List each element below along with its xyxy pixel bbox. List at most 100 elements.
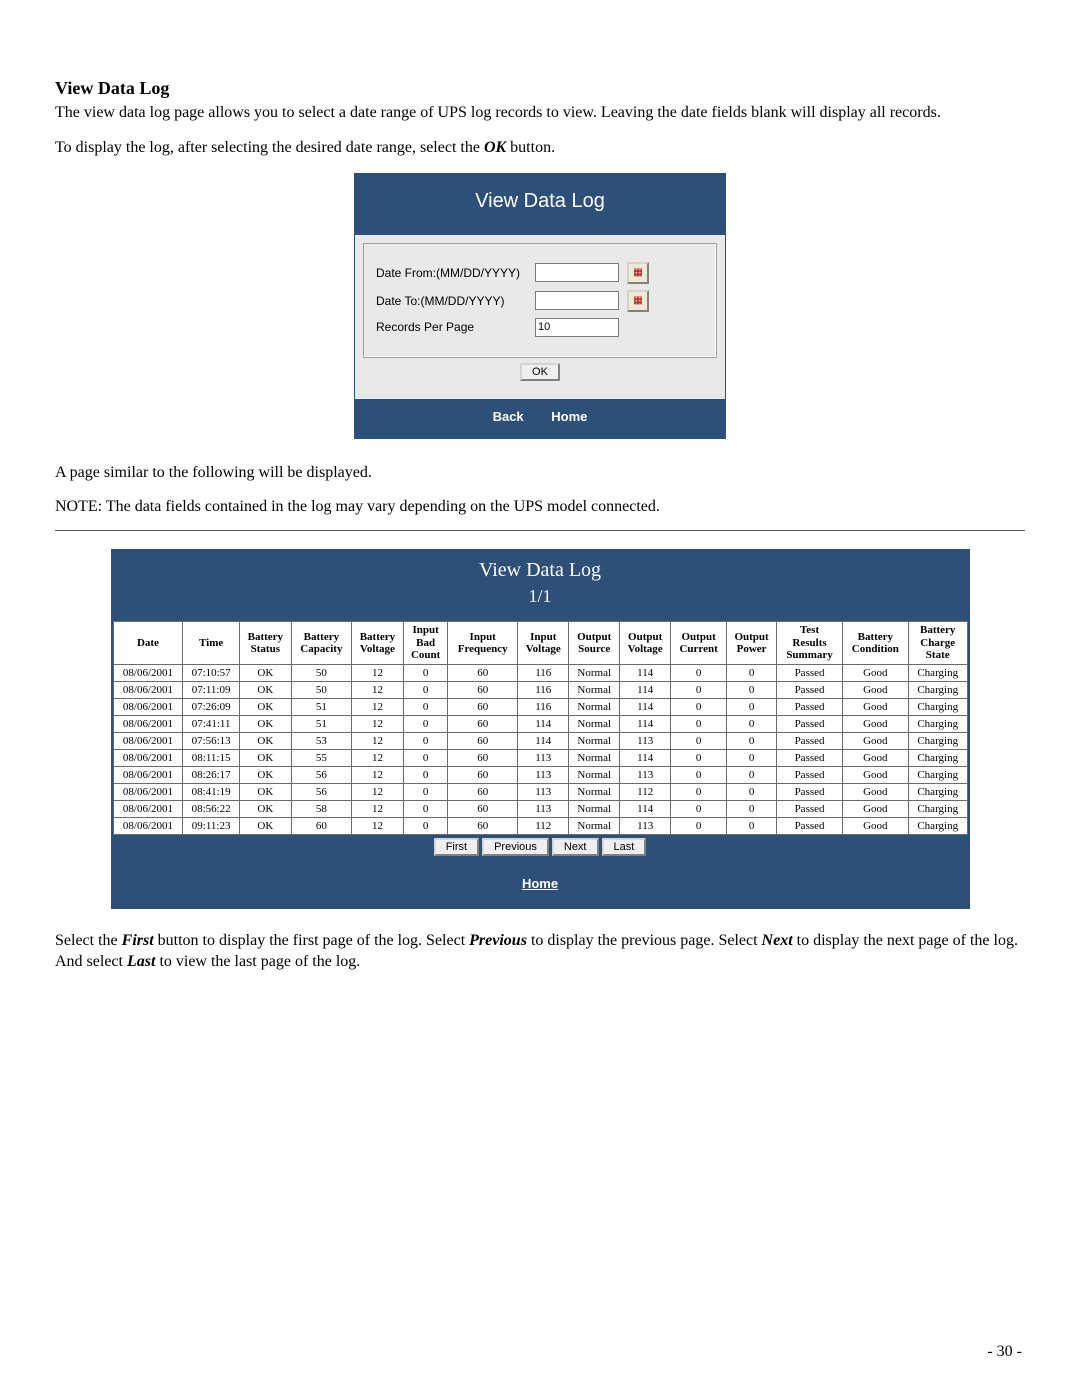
table-cell: OK (239, 750, 291, 767)
closing-previous: Previous (469, 932, 527, 949)
form-body-inner: Date From:(MM/DD/YYYY) ▦ Date To:(MM/DD/… (363, 243, 717, 358)
table-cell: 50 (291, 665, 351, 682)
date-from-input[interactable] (535, 263, 619, 282)
table-cell: Good (842, 699, 908, 716)
table-cell: 12 (351, 818, 403, 835)
table-cell: 0 (671, 750, 726, 767)
back-link[interactable]: Back (493, 409, 524, 424)
table-cell: Normal (569, 682, 619, 699)
table-cell: 12 (351, 801, 403, 818)
page-number: - 30 - (987, 1343, 1022, 1361)
table-cell: 60 (448, 733, 518, 750)
table-cell: 60 (448, 818, 518, 835)
date-to-label: Date To:(MM/DD/YYYY) (376, 294, 531, 308)
table-cell: 0 (671, 767, 726, 784)
table-row: 08/06/200107:26:09OK5112060116Normal1140… (113, 699, 967, 716)
table-cell: 12 (351, 682, 403, 699)
last-button[interactable]: Last (602, 838, 647, 856)
table-cell: 0 (671, 665, 726, 682)
column-header: Time (183, 622, 239, 665)
table-cell: 114 (619, 801, 670, 818)
closing-s2: button to display the first page of the … (154, 932, 470, 949)
table-cell: 113 (518, 784, 569, 801)
records-per-page-input[interactable] (535, 318, 619, 337)
table-cell: Charging (908, 818, 967, 835)
after-form-text: A page similar to the following will be … (55, 463, 1025, 484)
table-cell: Charging (908, 682, 967, 699)
note-text: NOTE: The data fields contained in the l… (55, 497, 1025, 518)
view-data-log-form-panel: View Data Log Date From:(MM/DD/YYYY) ▦ D… (354, 173, 726, 439)
table-cell: 0 (726, 716, 776, 733)
table-cell: 0 (671, 818, 726, 835)
table-row: 08/06/200108:41:19OK5612060113Normal1120… (113, 784, 967, 801)
table-cell: 0 (726, 818, 776, 835)
table-cell: 51 (291, 716, 351, 733)
table-cell: Good (842, 818, 908, 835)
instruction-prefix: To display the log, after selecting the … (55, 139, 484, 156)
table-cell: 58 (291, 801, 351, 818)
date-from-row: Date From:(MM/DD/YYYY) ▦ (376, 262, 704, 284)
date-to-calendar-icon[interactable]: ▦ (627, 290, 649, 312)
first-button[interactable]: First (434, 838, 479, 856)
table-cell: 0 (671, 716, 726, 733)
table-cell: 0 (726, 767, 776, 784)
results-home-link[interactable]: Home (113, 860, 968, 907)
column-header: BatteryVoltage (351, 622, 403, 665)
table-cell: Passed (777, 682, 842, 699)
table-cell: 53 (291, 733, 351, 750)
table-row: 08/06/200107:56:13OK5312060114Normal1130… (113, 733, 967, 750)
table-cell: 0 (403, 801, 447, 818)
table-cell: 0 (403, 733, 447, 750)
table-cell: 50 (291, 682, 351, 699)
table-cell: Passed (777, 665, 842, 682)
table-cell: 114 (619, 682, 670, 699)
table-cell: 12 (351, 750, 403, 767)
table-cell: 0 (671, 682, 726, 699)
table-cell: 116 (518, 665, 569, 682)
date-from-calendar-icon[interactable]: ▦ (627, 262, 649, 284)
table-cell: 60 (448, 750, 518, 767)
table-cell: 0 (726, 784, 776, 801)
date-to-input[interactable] (535, 291, 619, 310)
column-header: OutputVoltage (619, 622, 670, 665)
table-cell: Passed (777, 733, 842, 750)
column-header: TestResultsSummary (777, 622, 842, 665)
table-cell: Normal (569, 767, 619, 784)
instruction-paragraph: To display the log, after selecting the … (55, 138, 1025, 159)
table-cell: 113 (619, 818, 670, 835)
table-cell: Good (842, 733, 908, 750)
separator-line (55, 530, 1025, 531)
table-cell: 07:10:57 (183, 665, 239, 682)
table-row: 08/06/200107:41:11OK5112060114Normal1140… (113, 716, 967, 733)
next-button[interactable]: Next (552, 838, 599, 856)
table-cell: 07:56:13 (183, 733, 239, 750)
ok-button[interactable]: OK (520, 363, 560, 381)
table-cell: 56 (291, 767, 351, 784)
table-cell: 114 (619, 665, 670, 682)
table-cell: 08:26:17 (183, 767, 239, 784)
table-cell: 08/06/2001 (113, 665, 183, 682)
table-cell: 08/06/2001 (113, 699, 183, 716)
form-panel-title: View Data Log (355, 174, 725, 235)
closing-s5: to view the last page of the log. (155, 953, 360, 970)
table-cell: 0 (403, 665, 447, 682)
results-thead: DateTimeBatteryStatusBatteryCapacityBatt… (113, 622, 967, 665)
table-cell: 08/06/2001 (113, 733, 183, 750)
results-title: View Data Log (113, 559, 968, 582)
closing-first: First (122, 932, 154, 949)
previous-button[interactable]: Previous (482, 838, 549, 856)
table-cell: 12 (351, 767, 403, 784)
table-cell: Passed (777, 818, 842, 835)
home-link[interactable]: Home (551, 409, 587, 424)
table-cell: Normal (569, 784, 619, 801)
date-to-row: Date To:(MM/DD/YYYY) ▦ (376, 290, 704, 312)
table-cell: Charging (908, 665, 967, 682)
table-cell: 114 (518, 733, 569, 750)
table-cell: Normal (569, 750, 619, 767)
table-cell: 0 (403, 716, 447, 733)
table-cell: 60 (448, 682, 518, 699)
table-cell: Passed (777, 699, 842, 716)
table-cell: 0 (726, 665, 776, 682)
table-cell: Normal (569, 818, 619, 835)
table-cell: 55 (291, 750, 351, 767)
